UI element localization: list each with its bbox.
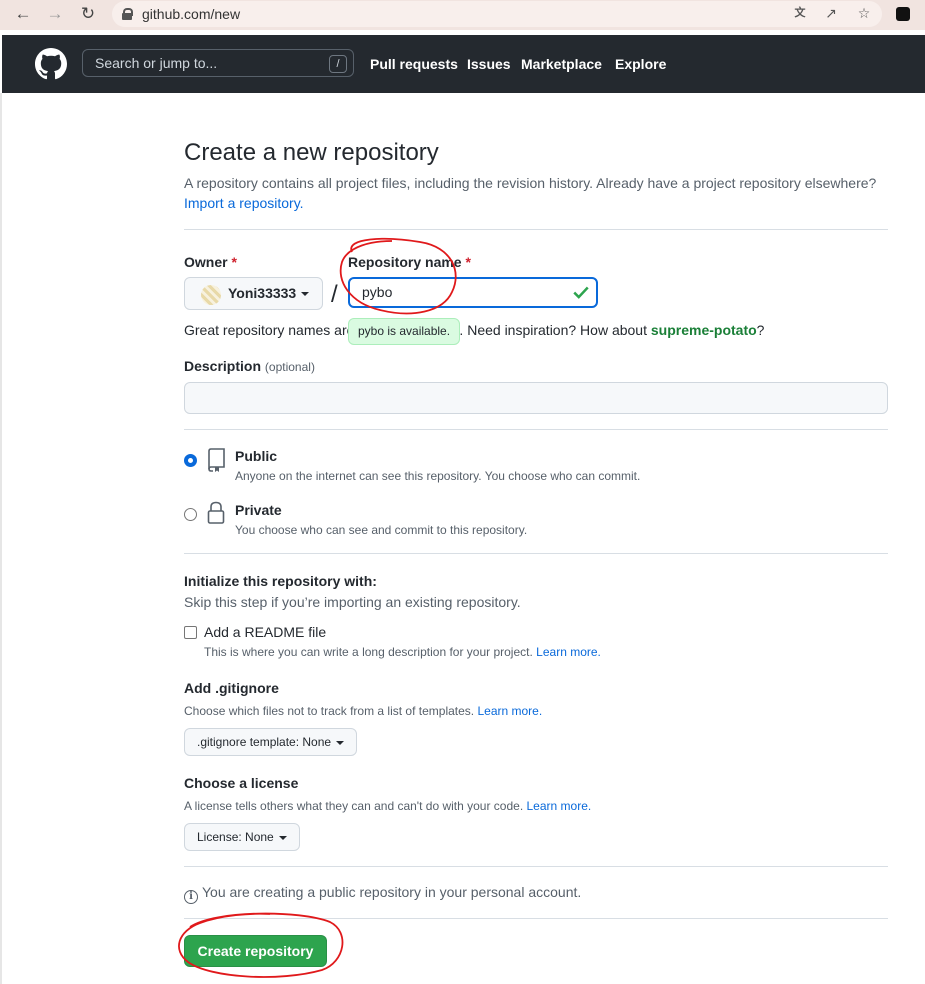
required-mark: *	[465, 254, 471, 270]
browser-toolbar: ← → ↻ github.com/new 文 ↗ ☆	[0, 0, 925, 30]
avatar	[201, 285, 221, 305]
license-select-value: License: None	[197, 830, 274, 844]
private-radio[interactable]	[184, 508, 197, 521]
owner-label: Owner *	[184, 254, 237, 270]
github-logo-icon[interactable]	[35, 48, 67, 80]
forward-icon[interactable]: →	[46, 5, 64, 23]
readme-label[interactable]: Add a README file	[204, 624, 326, 640]
private-title: Private	[235, 502, 282, 518]
readme-description-text: This is where you can write a long descr…	[204, 645, 533, 659]
public-description: Anyone on the internet can see this repo…	[235, 469, 641, 483]
license-title: Choose a license	[184, 775, 299, 791]
readme-learn-more-link[interactable]: Learn more.	[536, 645, 601, 659]
description-label-text: Description	[184, 358, 262, 374]
address-bar[interactable]: github.com/new	[112, 1, 882, 27]
gitignore-description: Choose which files not to track from a l…	[184, 704, 542, 718]
search-shortcut-hint: /	[329, 55, 347, 73]
divider	[184, 429, 888, 430]
readme-description: This is where you can write a long descr…	[204, 645, 601, 659]
divider	[184, 918, 888, 919]
import-repository-link[interactable]: Import a repository.	[184, 195, 304, 211]
owner-label-text: Owner	[184, 254, 228, 270]
name-suggestion-link[interactable]: supreme-potato	[651, 322, 757, 338]
gitignore-template-dropdown[interactable]: .gitignore template: None	[184, 728, 358, 756]
github-header: Search or jump to... / Pull requests Iss…	[2, 35, 925, 93]
bookmark-star-icon[interactable]: ☆	[856, 5, 872, 21]
url-text: github.com/new	[142, 6, 241, 22]
divider	[184, 553, 888, 554]
hint-mid: rable. Need inspiration? How about	[428, 322, 651, 338]
info-text: You are creating a public repository in …	[202, 884, 582, 900]
license-learn-more-link[interactable]: Learn more.	[527, 799, 592, 813]
hint-start: Great repository names are	[184, 322, 355, 338]
chevron-down-icon	[301, 292, 310, 297]
nav-pull-requests[interactable]: Pull requests	[370, 56, 458, 72]
owner-value: Yoni33333	[228, 285, 297, 301]
gitignore-title: Add .gitignore	[184, 680, 279, 696]
repository-name-input[interactable]: pybo	[348, 277, 598, 308]
init-description: Skip this step if you’re importing an ex…	[184, 594, 521, 610]
readme-checkbox[interactable]	[184, 626, 197, 639]
public-info-note: i You are creating a public repository in…	[184, 884, 581, 904]
nav-explore[interactable]: Explore	[615, 56, 666, 72]
hint-end: ?	[756, 322, 765, 338]
init-title: Initialize this repository with:	[184, 573, 377, 589]
annotation-overlay	[178, 237, 457, 978]
share-icon[interactable]: ↗	[823, 5, 839, 21]
license-dropdown[interactable]: License: None	[184, 823, 300, 851]
license-description: A license tells others what they can and…	[184, 799, 591, 813]
create-repository-button[interactable]: Create repository	[184, 935, 327, 967]
page-subtitle: A repository contains all project files,…	[184, 173, 888, 213]
search-placeholder: Search or jump to...	[95, 55, 218, 71]
owner-dropdown[interactable]: Yoni33333	[184, 277, 323, 310]
public-radio[interactable]	[184, 454, 197, 467]
chevron-down-icon	[278, 835, 287, 840]
check-icon	[573, 286, 589, 299]
description-label: Description (optional)	[184, 358, 315, 374]
subtitle-text: A repository contains all project files,…	[184, 175, 877, 191]
page-title: Create a new repository	[184, 139, 439, 166]
required-mark: *	[231, 254, 237, 270]
search-input[interactable]: Search or jump to... /	[82, 49, 354, 77]
repo-name-label-text: Repository name	[348, 254, 462, 270]
reload-icon[interactable]: ↻	[79, 5, 97, 23]
gitignore-select-value: .gitignore template: None	[197, 735, 332, 749]
window-edge	[0, 93, 2, 984]
nav-issues[interactable]: Issues	[467, 56, 511, 72]
public-title: Public	[235, 448, 278, 464]
repo-book-icon	[208, 448, 225, 472]
translate-icon[interactable]: 文	[792, 5, 808, 21]
nav-marketplace[interactable]: Marketplace	[521, 56, 602, 72]
lock-icon	[207, 501, 225, 524]
repo-name-hint: Great repository names are rable. Need i…	[184, 322, 764, 338]
owner-repo-separator: /	[331, 281, 338, 308]
description-input[interactable]	[184, 382, 888, 414]
info-icon: i	[184, 890, 198, 904]
gitignore-learn-more-link[interactable]: Learn more.	[477, 704, 542, 718]
optional-tag: (optional)	[264, 360, 315, 374]
lock-icon	[122, 8, 133, 20]
private-description: You choose who can see and commit to thi…	[235, 523, 528, 537]
chevron-down-icon	[336, 740, 345, 745]
availability-tooltip: pybo is available.	[348, 318, 461, 345]
gitignore-description-text: Choose which files not to track from a l…	[184, 704, 475, 718]
license-description-text: A license tells others what they can and…	[184, 799, 524, 813]
extension-icon[interactable]	[896, 7, 910, 21]
back-icon[interactable]: ←	[14, 5, 32, 23]
divider	[184, 866, 888, 867]
divider	[184, 229, 888, 230]
repo-name-label: Repository name *	[348, 254, 471, 270]
